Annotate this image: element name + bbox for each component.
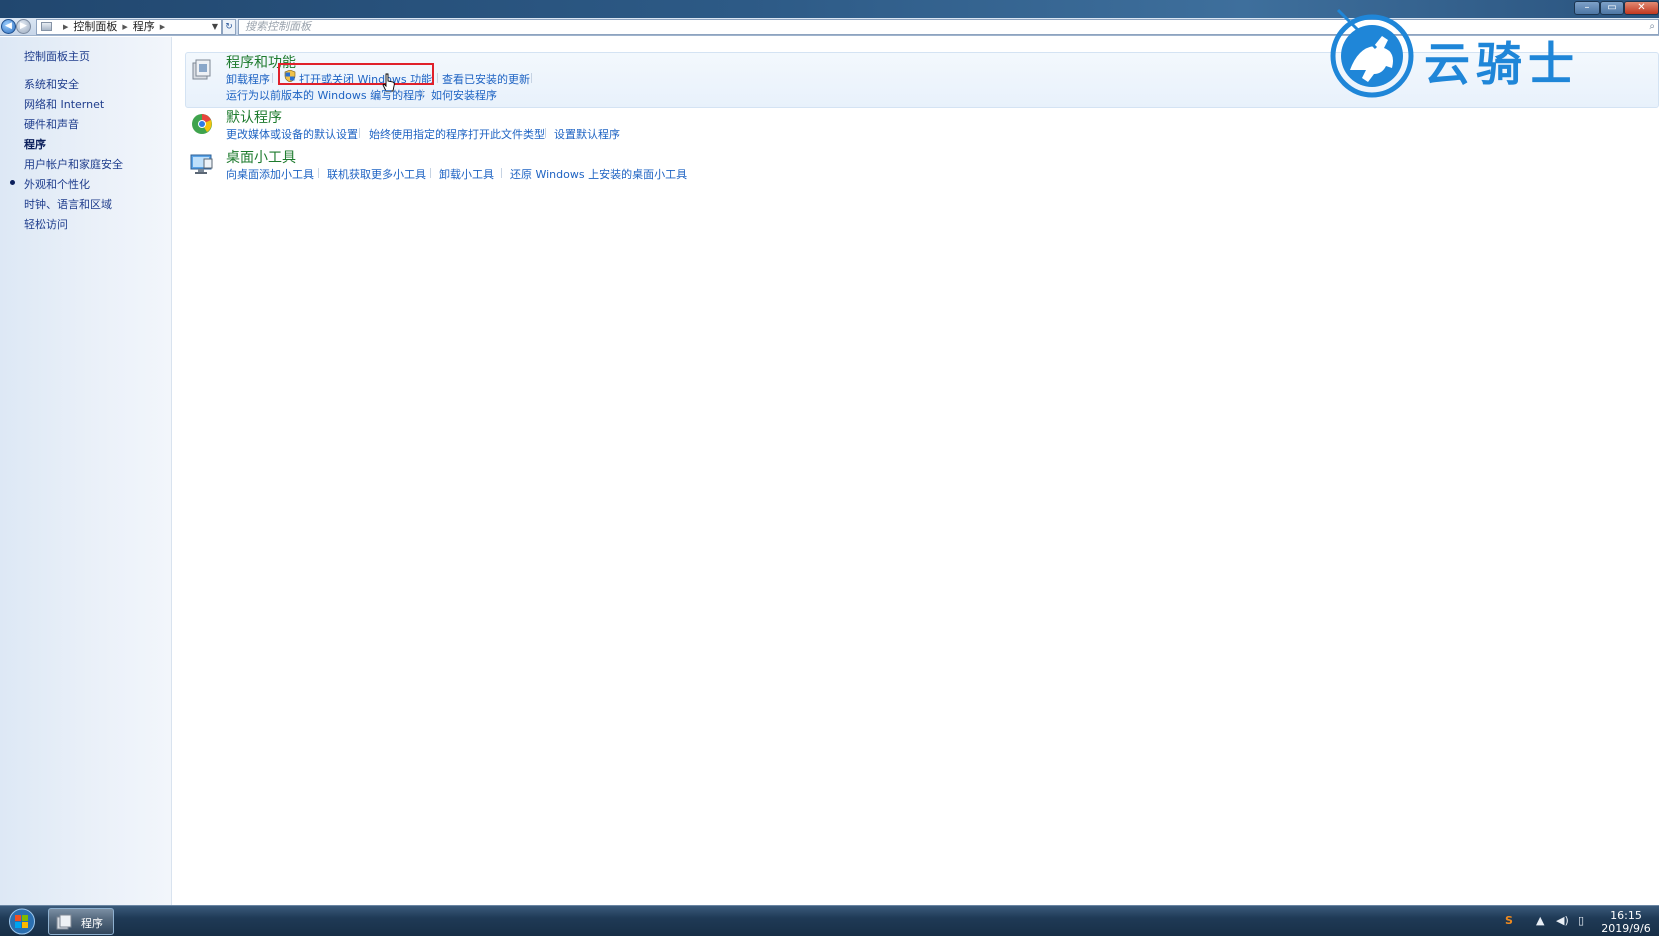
- link-separator: [545, 128, 546, 138]
- current-item-bullet: [10, 180, 15, 185]
- link-uninstall-program[interactable]: 卸载程序: [226, 71, 270, 87]
- taskbar-item-programs[interactable]: 程序: [48, 908, 114, 935]
- input-method-icon[interactable]: S: [1505, 914, 1513, 927]
- chevron-right-icon: ▶: [159, 23, 166, 31]
- forward-button[interactable]: ▶: [16, 19, 31, 34]
- category-title-desktop-gadgets[interactable]: 桌面小工具: [226, 147, 296, 167]
- chevron-down-icon[interactable]: ▼: [212, 20, 218, 34]
- link-uninstall-gadget[interactable]: 卸载小工具: [439, 166, 494, 182]
- sidebar-item-ease-of-access[interactable]: 轻松访问: [24, 216, 68, 232]
- link-separator: [531, 73, 532, 83]
- sidebar-item-programs[interactable]: 程序: [24, 136, 46, 152]
- link-separator: [272, 73, 273, 83]
- link-always-open-file-type[interactable]: 始终使用指定的程序打开此文件类型: [369, 126, 545, 142]
- clock-date: 2019/9/6: [1601, 922, 1651, 935]
- link-add-gadgets[interactable]: 向桌面添加小工具: [226, 166, 314, 182]
- link-separator: [422, 89, 423, 99]
- chevron-right-icon: ▶: [63, 23, 69, 31]
- system-clock[interactable]: 16:15 2019/9/6: [1596, 909, 1656, 935]
- annotation-highlight-box: [278, 63, 434, 85]
- start-button-icon[interactable]: [4, 908, 40, 935]
- link-view-installed-updates[interactable]: 查看已安装的更新: [442, 71, 530, 87]
- watermark-text: 云骑士: [1424, 37, 1580, 91]
- link-set-default-programs[interactable]: 设置默认程序: [554, 126, 620, 142]
- breadcrumb-programs[interactable]: 程序: [133, 20, 155, 33]
- link-run-older-programs[interactable]: 运行为以前版本的 Windows 编写的程序: [226, 87, 425, 103]
- desktop-gadgets-icon: [190, 154, 213, 174]
- category-title-default-programs[interactable]: 默认程序: [226, 107, 282, 127]
- sidebar: 控制面板主页 系统和安全 网络和 Internet 硬件和声音 程序 用户帐户和…: [0, 37, 172, 905]
- network-icon[interactable]: ▯: [1578, 914, 1584, 927]
- link-how-to-install[interactable]: 如何安装程序: [431, 87, 497, 103]
- sidebar-item-system-security[interactable]: 系统和安全: [24, 76, 79, 92]
- address-bar[interactable]: ▶ 控制面板 ▶ 程序 ▶ ▼: [36, 19, 222, 35]
- breadcrumb-control-panel[interactable]: 控制面板: [73, 20, 117, 33]
- link-get-more-gadgets[interactable]: 联机获取更多小工具: [327, 166, 426, 182]
- link-separator: [501, 168, 502, 178]
- control-panel-icon: [41, 22, 52, 31]
- search-icon[interactable]: ⌕: [1649, 20, 1655, 34]
- show-hidden-icons-icon[interactable]: ▲: [1536, 914, 1544, 927]
- sidebar-item-user-accounts[interactable]: 用户帐户和家庭安全: [24, 156, 123, 172]
- link-separator: [318, 168, 319, 178]
- link-change-media-defaults[interactable]: 更改媒体或设备的默认设置: [226, 126, 358, 142]
- sidebar-item-network[interactable]: 网络和 Internet: [24, 96, 104, 112]
- volume-icon[interactable]: ◀): [1556, 914, 1569, 927]
- programs-features-icon: [192, 59, 211, 80]
- control-panel-icon: [56, 914, 72, 930]
- link-separator: [437, 73, 438, 83]
- sidebar-item-appearance[interactable]: 外观和个性化: [24, 176, 90, 192]
- link-separator: [359, 128, 360, 138]
- sidebar-item-home[interactable]: 控制面板主页: [24, 48, 90, 64]
- sidebar-item-clock-region[interactable]: 时钟、语言和区域: [24, 196, 112, 212]
- default-programs-icon: [192, 114, 212, 134]
- taskbar-item-label: 程序: [81, 917, 103, 930]
- link-restore-gadgets[interactable]: 还原 Windows 上安装的桌面小工具: [510, 166, 687, 182]
- search-placeholder: 搜索控制面板: [245, 20, 311, 33]
- back-button[interactable]: ◀: [1, 19, 16, 34]
- taskbar: 程序 S ▲ ◀) ▯ 16:15 2019/9/6: [0, 905, 1659, 936]
- clock-time: 16:15: [1610, 909, 1642, 922]
- refresh-button[interactable]: ↻: [222, 19, 236, 35]
- chevron-right-icon: ▶: [122, 23, 128, 31]
- sidebar-item-hardware-sound[interactable]: 硬件和声音: [24, 116, 79, 132]
- link-separator: [430, 168, 431, 178]
